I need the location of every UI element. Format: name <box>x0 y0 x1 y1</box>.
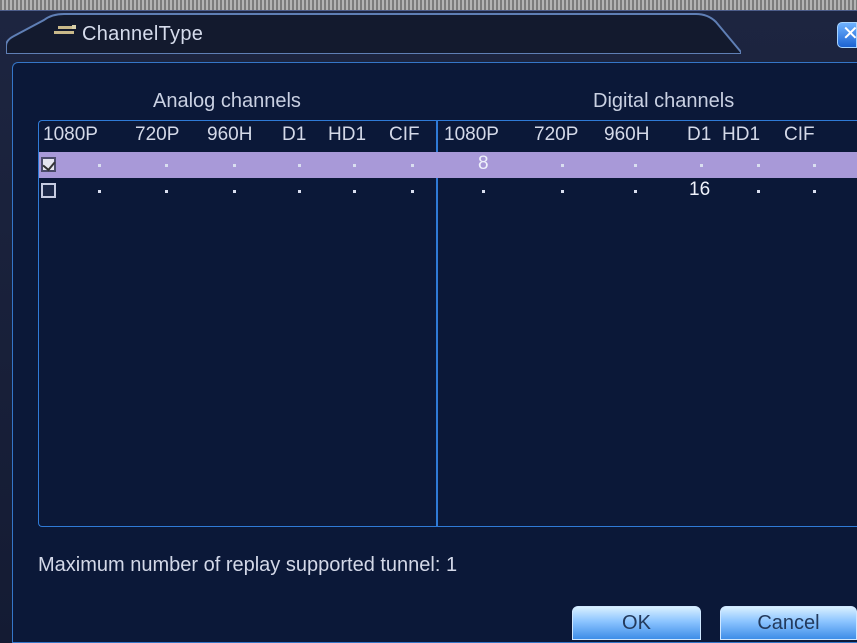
row-1-analog-960h[interactable] <box>233 164 236 167</box>
analog-col-hd1: HD1 <box>328 124 367 145</box>
replay-tunnel-info: Maximum number of replay supported tunne… <box>38 554 458 576</box>
row-1-analog-720p[interactable] <box>165 164 168 167</box>
window-title: ChannelType <box>82 23 204 45</box>
digital-col-960h: 960H <box>604 124 650 145</box>
digital-col-d1: D1 <box>687 124 712 145</box>
analog-col-1080p: 1080P <box>43 124 98 145</box>
digital-channels-heading: Digital channels <box>593 90 735 112</box>
row-2-digital-cif[interactable] <box>813 190 816 193</box>
row-1-analog-1080p[interactable] <box>98 164 101 167</box>
digital-col-720p: 720P <box>534 124 579 145</box>
cancel-button[interactable]: Cancel <box>720 606 857 640</box>
analog-col-d1: D1 <box>282 124 307 145</box>
analog-col-cif: CIF <box>389 124 420 145</box>
analog-col-720p: 720P <box>135 124 180 145</box>
analog-channels-heading: Analog channels <box>153 90 301 112</box>
row-2-digital-1080p[interactable] <box>482 190 485 193</box>
row-2-analog-d1[interactable] <box>298 190 301 193</box>
row-2-analog-hd1[interactable] <box>353 190 356 193</box>
channel-row-1[interactable]: 8 <box>39 152 857 178</box>
digital-col-cif: CIF <box>784 124 815 145</box>
row-2-digital-960h[interactable] <box>634 190 637 193</box>
row-1-digital-hd1[interactable] <box>757 164 760 167</box>
channel-row-2[interactable]: 16 <box>39 178 857 204</box>
row-1-digital-960h[interactable] <box>634 164 637 167</box>
analog-col-960h: 960H <box>207 124 253 145</box>
digital-col-1080p: 1080P <box>444 124 499 145</box>
row-2-analog-720p[interactable] <box>165 190 168 193</box>
row-1-digital-d1[interactable] <box>700 164 703 167</box>
row-1-analog-d1[interactable] <box>298 164 301 167</box>
row-2-checkbox[interactable] <box>41 183 56 198</box>
row-1-digital-720p[interactable] <box>561 164 564 167</box>
row-2-analog-cif[interactable] <box>411 190 414 193</box>
row-2-digital-720p[interactable] <box>561 190 564 193</box>
row-2-analog-960h[interactable] <box>233 190 236 193</box>
row-2-digital-hd1[interactable] <box>757 190 760 193</box>
row-1-digital-1080p[interactable]: 8 <box>478 152 489 176</box>
row-2-digital-d1[interactable]: 16 <box>689 178 710 202</box>
row-1-digital-cif[interactable] <box>813 164 816 167</box>
row-1-analog-cif[interactable] <box>411 164 414 167</box>
row-2-analog-1080p[interactable] <box>98 190 101 193</box>
close-button[interactable]: ✕ <box>837 22 857 48</box>
digital-col-hd1: HD1 <box>722 124 761 145</box>
row-1-checkbox[interactable] <box>41 157 56 172</box>
ok-button[interactable]: OK <box>572 606 701 640</box>
row-1-analog-hd1[interactable] <box>353 164 356 167</box>
channel-icon <box>54 25 76 34</box>
